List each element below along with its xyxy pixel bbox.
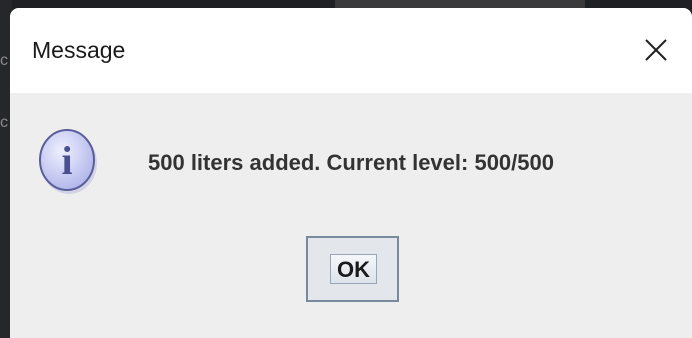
background-text-fragment: c — [0, 52, 8, 69]
close-button[interactable] — [632, 26, 680, 74]
info-icon: i — [37, 128, 101, 201]
ok-button-label: OK — [337, 257, 370, 282]
ok-button-focus-ring: OK — [330, 254, 377, 284]
message-text: 500 liters added. Current level: 500/500 — [148, 150, 554, 175]
dialog-title: Message — [32, 37, 126, 63]
close-icon — [645, 39, 667, 61]
ok-button[interactable]: OK — [306, 236, 399, 302]
svg-text:i: i — [61, 138, 72, 183]
background-text-fragment: c — [0, 114, 8, 131]
message-dialog: Message i 500 liters added. Current leve… — [10, 8, 692, 338]
dialog-titlebar: Message — [10, 8, 692, 93]
